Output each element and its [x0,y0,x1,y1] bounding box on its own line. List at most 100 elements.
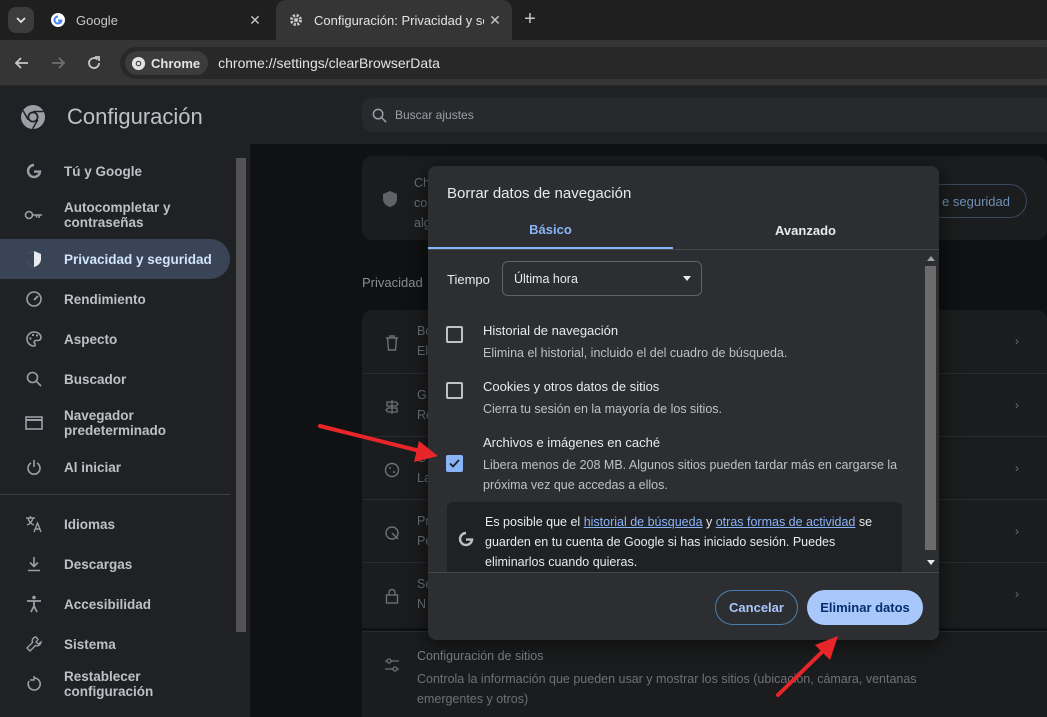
trash-icon [382,333,402,353]
option-title: Historial de navegación [483,323,619,338]
chevron-right-icon: › [1015,524,1019,538]
checkbox-cookies[interactable] [446,382,463,399]
tab-title: Configuración: Privacidad y seg [314,12,484,28]
list-item-site-settings[interactable]: Configuración de sitios Controla la info… [362,631,1047,717]
sidebar-item-label: Privacidad y seguridad [64,251,212,267]
sidebar-item-autofill[interactable]: Autocompletar y contraseñas [0,198,230,232]
google-g-icon [457,530,475,551]
tab-google[interactable]: Google ✕ [38,0,272,40]
clear-browsing-data-dialog: Borrar datos de navegación Básico Avanza… [428,166,939,640]
chevron-right-icon: › [1015,398,1019,412]
chevron-right-icon: › [1015,334,1019,348]
sidebar-item-downloads[interactable]: Descargas [0,551,230,577]
sidebar-item-you-and-google[interactable]: Tú y Google [0,158,230,184]
close-icon[interactable]: ✕ [484,12,506,29]
sidebar-item-label: Restablecer configuración [64,669,154,699]
row-title: Configuración de sitios [417,649,544,663]
speedometer-icon [24,289,44,309]
settings-sidebar: Tú y Google Autocompletar y contraseñas … [0,144,250,717]
other-activity-link[interactable]: otras formas de actividad [716,515,856,529]
sidebar-item-accessibility[interactable]: Accesibilidad [0,591,230,617]
chevron-right-icon: › [1015,461,1019,475]
reload-button[interactable] [82,51,106,75]
scrollbar-thumb[interactable] [925,266,936,550]
forward-button[interactable] [46,51,70,75]
settings-search-input[interactable]: Buscar ajustes [362,98,1047,132]
chevron-right-icon: › [1015,587,1019,601]
sidebar-divider [0,494,230,495]
address-bar[interactable]: Chrome chrome://settings/clearBrowserDat… [120,47,1047,79]
power-icon [24,457,44,477]
time-range-select[interactable]: Última hora [502,261,702,296]
dialog-title: Borrar datos de navegación [447,185,632,202]
tab-basic[interactable]: Básico [428,212,673,249]
toolbar: Chrome chrome://settings/clearBrowserDat… [0,40,1047,86]
browser-window-icon [24,413,44,433]
sidebar-item-label: Accesibilidad [64,596,152,612]
chrome-logo-icon [131,56,146,70]
checkbox-browsing-history[interactable] [446,326,463,343]
sidebar-item-label: Al iniciar [64,459,122,475]
sidebar-item-label: Aspecto [64,331,118,347]
shield-icon [24,249,44,269]
signpost-icon [382,397,402,417]
row-title: G [417,388,427,402]
tab-settings[interactable]: Configuración: Privacidad y seg ✕ [276,0,512,40]
settings-header: Configuración Buscar ajustes [0,86,1047,144]
search-icon [24,369,44,389]
delete-data-button[interactable]: Eliminar datos [807,590,923,625]
sidebar-item-label: Tú y Google [64,163,143,179]
sidebar-item-performance[interactable]: Rendimiento [0,286,230,312]
cookie-icon [382,460,402,480]
arrow-left-icon [14,57,28,69]
wrench-icon [24,634,44,654]
row-title: C [417,451,427,465]
sidebar-item-label: Autocompletar y contraseñas [64,200,171,230]
restore-icon [24,674,44,694]
search-placeholder: Buscar ajustes [395,108,474,122]
sidebar-item-search-engine[interactable]: Buscador [0,366,230,392]
info-text: Es posible que el historial de búsqueda … [485,512,895,572]
dialog-footer: Cancelar Eliminar datos [428,572,939,640]
dialog-body: Tiempo Última hora Historial de navegaci… [428,250,939,572]
arrow-right-icon [52,57,66,69]
cancel-button[interactable]: Cancelar [715,590,798,625]
option-desc: Elimina el historial, incluido el del cu… [483,346,788,360]
sidebar-item-system[interactable]: Sistema [0,631,230,657]
lock-icon [382,586,402,606]
sidebar-scrollbar[interactable] [233,144,249,717]
option-title: Cookies y otros datos de sitios [483,379,660,394]
sidebar-item-languages[interactable]: Idiomas [0,511,230,537]
tab-advanced[interactable]: Avanzado [683,212,928,249]
key-icon [24,205,44,225]
sidebar-item-appearance[interactable]: Aspecto [0,326,230,352]
row-desc: Controla la información que pueden usar … [417,672,917,706]
search-history-link[interactable]: historial de búsqueda [584,515,703,529]
tab-search-button[interactable] [8,7,34,33]
new-tab-button[interactable]: + [518,8,542,32]
translate-icon [24,514,44,534]
scroll-down-arrow-icon[interactable] [927,560,935,565]
sidebar-item-label: Idiomas [64,516,116,532]
back-button[interactable] [10,51,34,75]
checkbox-cached-files[interactable] [446,455,463,472]
sidebar-item-default-browser[interactable]: Navegador predeterminado [0,406,230,440]
scrollbar-thumb[interactable] [236,158,246,632]
search-icon [372,108,387,123]
option-desc: Cierra tu sesión en la mayoría de los si… [483,402,722,416]
section-heading: Privacidad [362,275,423,290]
shield-icon [382,190,398,211]
close-icon[interactable]: ✕ [244,12,266,29]
sidebar-item-on-startup[interactable]: Al iniciar [0,454,230,480]
scroll-up-arrow-icon[interactable] [927,256,935,261]
dialog-scrollbar[interactable] [924,250,938,572]
sidebar-item-privacy[interactable]: Privacidad y seguridad [0,239,230,279]
google-g-icon [50,12,66,28]
sidebar-item-reset[interactable]: Restablecer configuración [0,669,230,699]
info-text-part: y [702,515,716,529]
option-title: Archivos e imágenes en caché [483,435,661,450]
site-info-chip[interactable]: Chrome [125,51,209,75]
checkmark-icon [449,459,460,468]
safety-check-button[interactable]: e seguridad [925,184,1027,218]
time-range-value: Última hora [514,271,578,286]
